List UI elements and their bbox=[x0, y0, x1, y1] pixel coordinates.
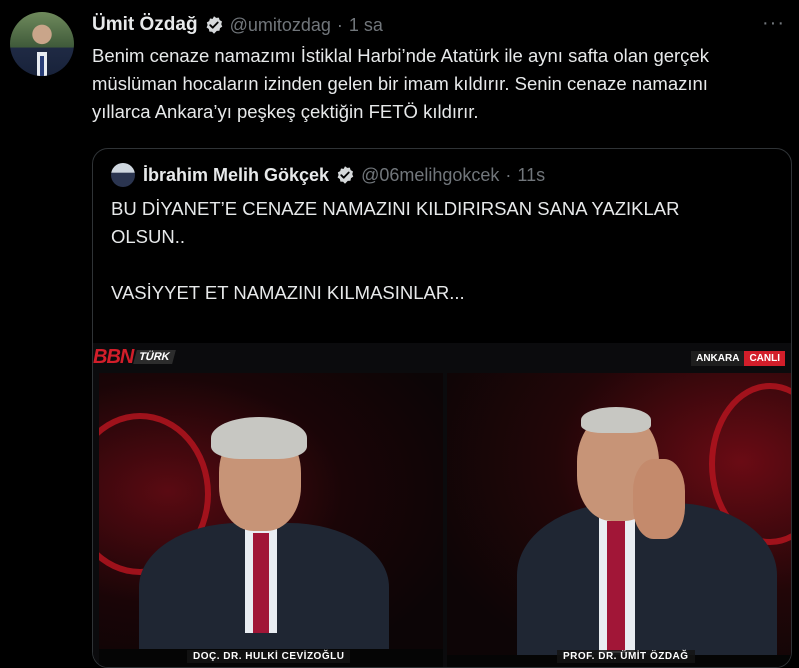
quoted-tweet-header: İbrahim Melih Gökçek @06melihgokcek · 11… bbox=[111, 161, 545, 189]
tweet-text-line: yıllarca Ankara’yı peşkeş çektiğin FETÖ … bbox=[92, 101, 479, 122]
speaker-tie bbox=[253, 533, 269, 633]
right-speaker-panel: PROF. DR. ÜMİT ÖZDAĞ bbox=[447, 373, 791, 667]
tweet-text-line: Benim cenaze namazımı İstiklal Harbi’nde… bbox=[92, 45, 709, 66]
tweet-text-line: müslüman hocaların izinden gelen bir ima… bbox=[92, 73, 708, 94]
verified-badge-icon bbox=[337, 166, 354, 184]
channel-logo: BBN TÜRK bbox=[93, 345, 176, 368]
more-options-icon[interactable]: ··· bbox=[762, 12, 785, 35]
quoted-text-line: VASİYYET ET NAMAZINI KILMASINLAR... bbox=[111, 282, 465, 303]
quoted-avatar bbox=[111, 163, 135, 187]
speaker-hair bbox=[211, 417, 307, 459]
quoted-text-line: OLSUN.. bbox=[111, 226, 186, 247]
separator-dot: · bbox=[505, 164, 512, 185]
left-speaker-panel: DOÇ. DR. HULKİ CEVİZOĞLU bbox=[99, 373, 443, 667]
speaker-tie bbox=[607, 521, 625, 651]
quoted-author-handle: @06melihgokcek bbox=[361, 164, 500, 185]
channel-logo-suffix: TÜRK bbox=[133, 350, 176, 364]
speaker-hair bbox=[581, 407, 651, 433]
quoted-tweet[interactable]: İbrahim Melih Gökçek @06melihgokcek · 11… bbox=[92, 148, 792, 668]
avatar-tie bbox=[40, 56, 44, 76]
timestamp[interactable]: 1 sa bbox=[349, 15, 383, 36]
quoted-text-line: BU DİYANET’E CENAZE NAMAZINI KILDIRIRSAN… bbox=[111, 198, 680, 219]
live-label: CANLI bbox=[744, 351, 785, 366]
quoted-timestamp: 11s bbox=[517, 164, 546, 185]
channel-logo-text: BBN bbox=[93, 345, 134, 368]
quoted-tweet-text: BU DİYANET’E CENAZE NAMAZINI KILDIRIRSAN… bbox=[111, 195, 771, 307]
author-name[interactable]: Ümit Özdağ bbox=[92, 14, 198, 36]
video-media[interactable]: BBN TÜRK ANKARA CANLI DOÇ. DR. HULKİ CEV… bbox=[93, 343, 791, 667]
tweet-header: Ümit Özdağ @umitozdag · 1 sa bbox=[92, 10, 383, 40]
speaker-hand bbox=[633, 459, 685, 539]
tweet-text: Benim cenaze namazımı İstiklal Harbi’nde… bbox=[92, 42, 792, 126]
author-handle[interactable]: @umitozdag bbox=[230, 15, 331, 36]
separator-dot: · bbox=[336, 14, 343, 35]
location-badge: ANKARA bbox=[691, 351, 745, 366]
live-badge: ANKARA CANLI bbox=[691, 351, 785, 366]
avatar[interactable] bbox=[10, 12, 74, 76]
quoted-author-name: İbrahim Melih Gökçek bbox=[143, 164, 330, 185]
tv-top-bar: BBN TÜRK ANKARA CANLI bbox=[93, 343, 791, 371]
verified-badge-icon bbox=[206, 16, 222, 34]
